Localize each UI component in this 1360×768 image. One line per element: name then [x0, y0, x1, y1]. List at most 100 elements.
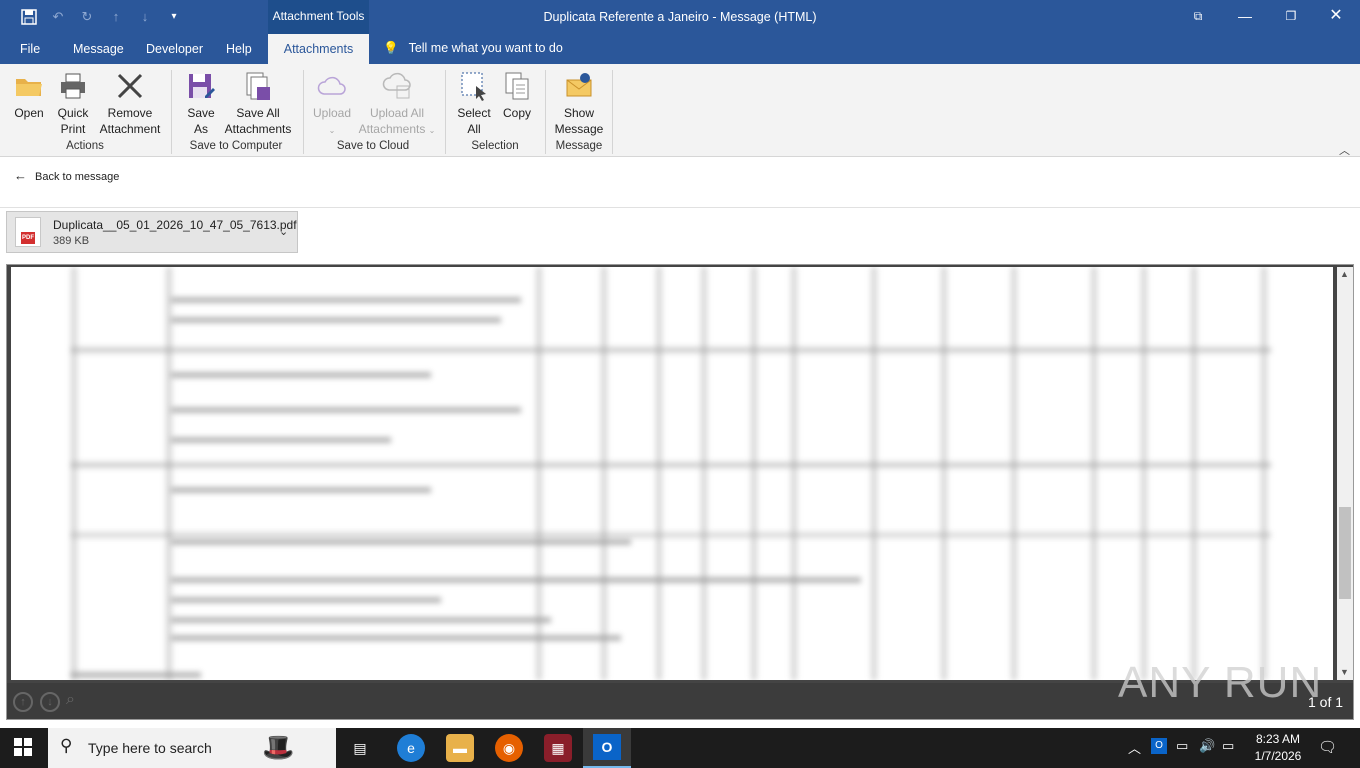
save-all-label-2: Attachments — [224, 122, 292, 136]
pdf-file-icon: PDF — [15, 217, 41, 247]
clock-time: 8:23 AM — [1255, 732, 1301, 746]
maximize-button[interactable]: ❐ — [1279, 6, 1303, 28]
upload-label: Upload — [312, 106, 352, 120]
copy-label: Copy — [502, 106, 531, 120]
network-icon[interactable]: ▭ — [1222, 738, 1234, 754]
attachment-name: Duplicata__05_01_2026_10_47_05_7613.pdf — [53, 218, 297, 232]
tab-help[interactable]: Help — [226, 42, 252, 56]
window-title: Duplicata Referente a Janeiro - Message … — [543, 10, 817, 24]
scroll-down-icon[interactable]: ▼ — [1340, 667, 1349, 677]
upload-all-label-1: Upload All — [369, 106, 425, 120]
select-all-label-1: Select — [457, 106, 491, 120]
remove-x-icon — [117, 73, 143, 99]
firefox-icon[interactable]: ◉ — [495, 734, 523, 762]
find-icon[interactable]: ⌕ — [66, 691, 75, 709]
preview-scrollbar[interactable]: ▲ ▼ — [1337, 267, 1353, 680]
copy-button[interactable]: Copy — [496, 70, 538, 121]
select-all-icon — [461, 72, 486, 101]
upload-all-dropdown-icon: ⌄ — [428, 126, 436, 135]
select-all-button[interactable]: Select All — [452, 70, 496, 137]
remove-label-1: Remove — [107, 106, 153, 120]
folder-open-icon — [16, 79, 42, 96]
next-page-icon[interactable]: ↓ — [40, 692, 60, 712]
arrow-left-icon: ← — [14, 168, 27, 183]
attachment-tools-context-label: Attachment Tools — [268, 0, 369, 34]
search-placeholder: Type here to search — [88, 740, 212, 756]
file-explorer-icon[interactable]: ▬ — [446, 734, 474, 762]
show-message-button[interactable]: Show Message — [552, 70, 606, 137]
upload-button[interactable]: Upload ⌄ — [308, 70, 356, 139]
group-separator — [171, 70, 172, 154]
meet-now-icon[interactable]: ▭ — [1176, 738, 1188, 754]
quick-print-label-2: Print — [60, 122, 86, 136]
divider — [0, 207, 1360, 208]
page-count: 1 of 1 — [1308, 694, 1344, 710]
outlook-icon: O — [593, 734, 621, 760]
next-item-icon[interactable]: ↓ — [137, 9, 153, 25]
attachment-chip[interactable]: PDF Duplicata__05_01_2026_10_47_05_7613.… — [6, 211, 298, 253]
search-highlight-icon: 🎩 — [262, 732, 295, 762]
chevron-down-icon[interactable]: ⌄ — [279, 225, 288, 238]
collapse-ribbon-icon[interactable]: ︿ — [1339, 142, 1350, 158]
cloud-upload-all-icon — [382, 72, 411, 99]
back-to-message-link[interactable]: ← Back to message — [14, 168, 119, 183]
search-icon: ⚲ — [60, 736, 73, 755]
upload-dropdown-icon: ⌄ — [328, 126, 336, 135]
select-all-label-2: All — [467, 122, 481, 136]
taskbar-search[interactable]: ⚲ Type here to search 🎩 — [48, 728, 336, 768]
lightbulb-icon: 💡 — [383, 41, 399, 55]
group-label-save-to-computer: Save to Computer — [189, 140, 283, 152]
edge-icon[interactable]: e — [397, 734, 425, 762]
outlook-tray-icon[interactable]: O — [1151, 738, 1167, 754]
save-as-button[interactable]: Save As — [180, 70, 222, 137]
tell-me-search[interactable]: 💡 Tell me what you want to do — [383, 41, 563, 56]
chevron-up-icon[interactable]: ︿ — [1128, 738, 1141, 757]
pdf-preview-page[interactable] — [11, 267, 1333, 680]
windows-start-icon[interactable] — [14, 738, 32, 759]
task-view-icon[interactable]: ▤ — [346, 734, 374, 762]
outlook-taskbar-button[interactable]: O — [583, 728, 631, 768]
quick-print-button[interactable]: Quick Print — [52, 70, 94, 137]
open-button[interactable]: Open — [8, 70, 50, 121]
save-all-attachments-button[interactable]: Save All Attachments — [222, 70, 294, 137]
show-message-icon — [566, 73, 592, 97]
watermark: ANY RUN — [1118, 658, 1323, 707]
tab-message[interactable]: Message — [73, 42, 124, 56]
notifications-icon[interactable]: 🗨 — [1318, 738, 1337, 756]
upload-all-label-2: Attachments — [358, 122, 426, 136]
previous-page-icon[interactable]: ↑ — [13, 692, 33, 712]
ribbon-display-options-icon[interactable]: ⧉ — [1186, 6, 1210, 28]
remove-label-2: Attachment — [99, 122, 161, 136]
group-separator — [445, 70, 446, 154]
volume-icon[interactable]: 🔊 — [1199, 738, 1215, 754]
quick-print-label-1: Quick — [57, 106, 89, 120]
undo-icon[interactable]: ↶ — [50, 9, 66, 25]
group-separator — [303, 70, 304, 154]
scrollbar-thumb[interactable] — [1339, 507, 1351, 599]
ribbon-tabs-bar — [0, 34, 1360, 64]
save-as-label-1: Save — [187, 106, 215, 120]
tell-me-label: Tell me what you want to do — [408, 41, 563, 55]
open-label: Open — [14, 106, 44, 120]
upload-all-attachments-button[interactable]: Upload All Attachments ⌄ — [356, 70, 438, 139]
previous-item-icon[interactable]: ↑ — [108, 9, 124, 25]
winrar-icon[interactable]: ▦ — [544, 734, 572, 762]
tab-developer[interactable]: Developer — [146, 42, 203, 56]
save-all-attachments-icon — [246, 72, 270, 100]
close-button[interactable]: ✕ — [1324, 6, 1348, 28]
minimize-button[interactable]: — — [1233, 6, 1257, 28]
scroll-up-icon[interactable]: ▲ — [1340, 269, 1349, 279]
clock[interactable]: 8:23 AM 1/7/2026 — [1248, 731, 1308, 765]
customize-qat-icon[interactable]: ▾ — [166, 9, 182, 25]
group-separator — [545, 70, 546, 154]
group-separator — [612, 70, 613, 154]
save-all-label-1: Save All — [236, 106, 280, 120]
group-label-save-to-cloud: Save to Cloud — [336, 140, 410, 152]
clock-date: 1/7/2026 — [1254, 749, 1302, 763]
tab-attachments[interactable]: Attachments — [268, 34, 369, 64]
redo-icon[interactable]: ↻ — [79, 9, 95, 25]
tab-file[interactable]: File — [20, 42, 40, 56]
remove-attachment-button[interactable]: Remove Attachment — [96, 70, 164, 137]
pdf-badge: PDF — [21, 232, 35, 244]
save-icon[interactable] — [21, 9, 37, 25]
